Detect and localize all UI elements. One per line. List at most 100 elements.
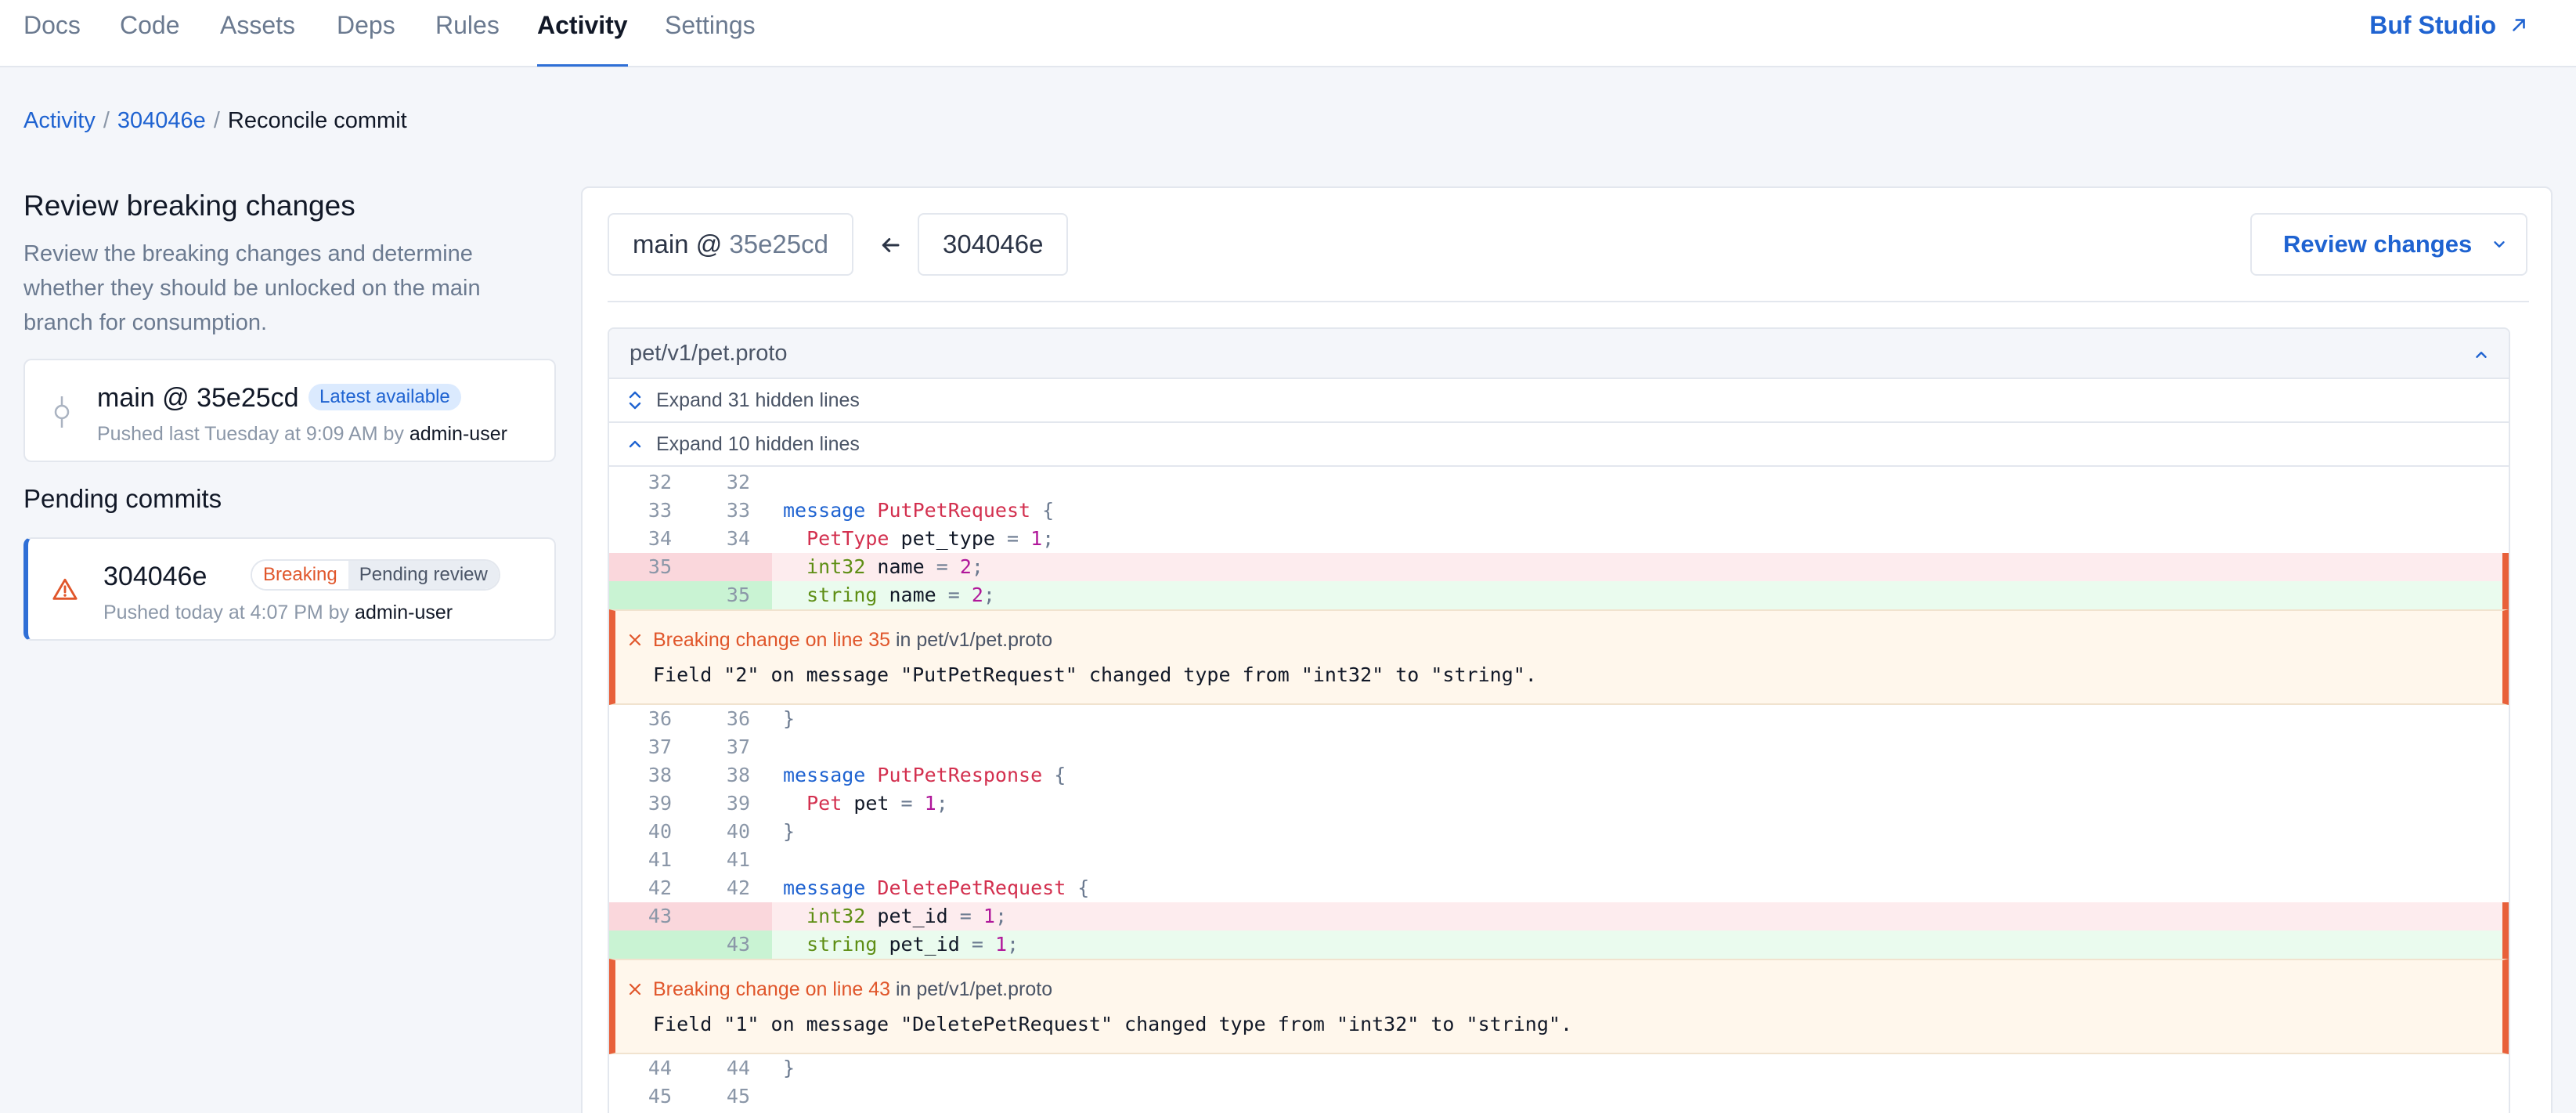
new-line-number: 39 bbox=[726, 792, 750, 815]
diff-line-added: 43 string pet_id = 1; bbox=[609, 931, 2509, 959]
code-token: string bbox=[806, 584, 878, 606]
old-line-number: 41 bbox=[648, 848, 672, 871]
breaking-change-notice: Breaking change on line 35 in pet/v1/pet… bbox=[609, 609, 2509, 705]
code-token: pet_id bbox=[865, 905, 960, 927]
tab-assets[interactable]: Assets bbox=[220, 9, 295, 67]
code-text: PetType pet_type = 1; bbox=[783, 525, 1054, 553]
page-description: Review the breaking changes and determin… bbox=[23, 241, 481, 335]
new-line-number: 37 bbox=[726, 735, 750, 758]
code-token: 2 bbox=[959, 555, 972, 578]
code-token: ; bbox=[994, 905, 1008, 927]
main-branch-user: admin-user bbox=[409, 423, 507, 445]
commit-icon bbox=[54, 396, 70, 428]
main-branch-card[interactable]: main @ 35e25cd Latest available Pushed l… bbox=[23, 359, 556, 462]
review-changes-label: Review changes bbox=[2283, 230, 2473, 258]
new-line-number: 34 bbox=[726, 527, 750, 550]
breaking-change-file: in pet/v1/pet.proto bbox=[890, 978, 1053, 1000]
code-token: = bbox=[959, 905, 972, 927]
new-line-number: 44 bbox=[726, 1057, 750, 1079]
base-ref-box[interactable]: main @ 35e25cd bbox=[608, 213, 853, 276]
tab-docs[interactable]: Docs bbox=[23, 9, 81, 67]
code-text: int32 pet_id = 1; bbox=[783, 902, 1007, 931]
code-token: PutPetRequest bbox=[877, 499, 1031, 522]
code-token: } bbox=[783, 820, 796, 843]
code-token: int32 bbox=[806, 905, 866, 927]
pending-commit-user: admin-user bbox=[355, 602, 453, 623]
old-line-number: 32 bbox=[648, 471, 672, 493]
code-token: { bbox=[1030, 499, 1055, 522]
code-token: ; bbox=[983, 584, 995, 606]
old-line-number: 37 bbox=[648, 735, 672, 758]
tab-activity[interactable]: Activity bbox=[537, 9, 628, 67]
code-token: = bbox=[900, 792, 913, 815]
diff-line: 40 40} bbox=[609, 818, 2509, 846]
diff-line: 32 32 bbox=[609, 468, 2509, 497]
expand-hidden-lines-button[interactable]: Expand 31 hidden lines bbox=[609, 379, 2509, 423]
base-sha: 35e25cd bbox=[729, 229, 828, 258]
code-token: DeletePetRequest bbox=[877, 876, 1066, 899]
code-text: int32 name = 2; bbox=[783, 553, 983, 581]
breaking-change-notice: Breaking change on line 43 in pet/v1/pet… bbox=[609, 959, 2509, 1054]
code-token: = bbox=[1006, 527, 1019, 550]
code-token: message bbox=[783, 876, 866, 899]
diff-line: 44 44} bbox=[609, 1054, 2509, 1082]
new-line-number: 36 bbox=[726, 707, 750, 730]
diff-line: 45 45 bbox=[609, 1082, 2509, 1111]
code-text: message PutPetResponse { bbox=[783, 761, 1066, 790]
new-line-number: 33 bbox=[726, 499, 750, 522]
code-token: Pet bbox=[806, 792, 842, 815]
breaking-change-file: in pet/v1/pet.proto bbox=[890, 629, 1053, 651]
diff-panel: main @ 35e25cd 304046e Review changes pe… bbox=[581, 186, 2553, 1113]
diff-line: 42 42 message DeletePetRequest { bbox=[609, 874, 2509, 902]
code-token: ; bbox=[1042, 527, 1055, 550]
expand-label: Expand 31 hidden lines bbox=[656, 389, 860, 411]
chevron-up-icon[interactable] bbox=[2473, 346, 2490, 363]
divider bbox=[608, 301, 2529, 302]
tab-settings[interactable]: Settings bbox=[665, 9, 756, 67]
breadcrumb-separator: / bbox=[103, 108, 110, 133]
breaking-change-message: Field "2" on message "PutPetRequest" cha… bbox=[653, 663, 1537, 686]
diff-line: 33 33 message PutPetRequest { bbox=[609, 497, 2509, 525]
base-branch: main @ bbox=[633, 229, 723, 258]
old-line-number: 36 bbox=[648, 707, 672, 730]
tab-code[interactable]: Code bbox=[120, 9, 180, 67]
breaking-change-line: Breaking change on line 43 bbox=[653, 978, 891, 1000]
old-line-number: 35 bbox=[648, 555, 672, 578]
expand-label: Expand 10 hidden lines bbox=[656, 433, 860, 455]
pending-commit-card[interactable]: 304046e Breaking Pending review Pushed t… bbox=[23, 537, 556, 641]
code-block: 36 36} 37 37 38 38 message PutPetResponse {39 3… bbox=[609, 705, 2509, 959]
code-token: } bbox=[783, 1057, 796, 1079]
tab-rules[interactable]: Rules bbox=[435, 9, 500, 67]
breadcrumb-commit[interactable]: 304046e bbox=[117, 108, 206, 133]
breaking-badge: Breaking bbox=[252, 561, 348, 589]
file-header[interactable]: pet/v1/pet.proto bbox=[609, 329, 2509, 379]
page-title: Review breaking changes bbox=[23, 190, 355, 222]
breadcrumb-current: Reconcile commit bbox=[227, 108, 407, 133]
expand-hidden-lines-button[interactable]: Expand 10 hidden lines bbox=[609, 423, 2509, 467]
review-changes-button[interactable]: Review changes bbox=[2250, 213, 2527, 276]
breadcrumb: Activity / 304046e / Reconcile commit bbox=[23, 107, 407, 135]
code-token: 1 bbox=[924, 792, 936, 815]
breadcrumb-separator: / bbox=[213, 108, 220, 133]
code-text: Pet pet = 1; bbox=[783, 790, 948, 818]
head-ref-box[interactable]: 304046e bbox=[918, 213, 1069, 276]
old-line-number: 44 bbox=[648, 1057, 672, 1079]
buf-studio-link[interactable]: Buf Studio bbox=[2369, 9, 2529, 41]
old-line-number: 45 bbox=[648, 1085, 672, 1108]
code-token: pet_type bbox=[889, 527, 1007, 550]
code-token: = bbox=[936, 555, 948, 578]
new-line-number: 45 bbox=[726, 1085, 750, 1108]
breadcrumb-activity[interactable]: Activity bbox=[23, 108, 96, 133]
tab-deps[interactable]: Deps bbox=[337, 9, 395, 67]
code-token: { bbox=[1066, 876, 1090, 899]
code-token: pet_id bbox=[877, 933, 972, 956]
main-branch-pushed: Pushed last Tuesday at 9:09 AM by bbox=[97, 423, 404, 445]
external-arrow-icon bbox=[2513, 19, 2525, 31]
old-line-number: 39 bbox=[648, 792, 672, 815]
main-branch-meta: Pushed last Tuesday at 9:09 AM by admin-… bbox=[97, 421, 507, 446]
